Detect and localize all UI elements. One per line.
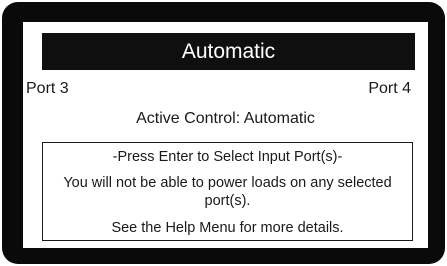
port-right-label: Port 4 (368, 80, 411, 97)
instruction-box: -Press Enter to Select Input Port(s)- Yo… (42, 142, 413, 241)
instruction-prompt: -Press Enter to Select Input Port(s)- (112, 149, 343, 165)
lcd-screen: Automatic Port 3 Port 4 Active Control: … (23, 22, 428, 248)
device-bezel: Automatic Port 3 Port 4 Active Control: … (2, 2, 445, 264)
instruction-warning: You will not be able to power loads on a… (63, 175, 392, 209)
mode-title: Automatic (42, 33, 415, 70)
instruction-help-hint: See the Help Menu for more details. (111, 220, 344, 236)
active-control-status: Active Control: Automatic (136, 110, 315, 127)
port-left-label: Port 3 (26, 80, 69, 97)
